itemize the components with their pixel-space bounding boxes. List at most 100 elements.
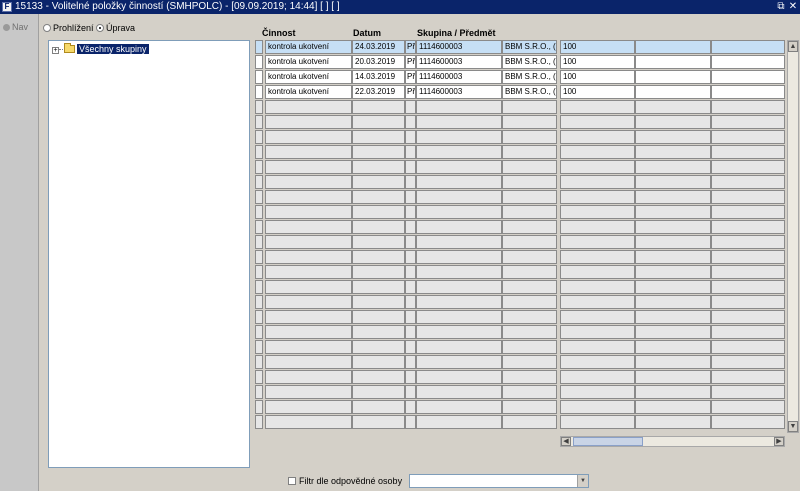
- row-selector-cell[interactable]: [255, 145, 263, 159]
- cell-extra-1[interactable]: [635, 235, 711, 249]
- row-selector-cell[interactable]: [255, 175, 263, 189]
- cell-datum[interactable]: [352, 205, 405, 219]
- cell-datum[interactable]: [352, 160, 405, 174]
- cell-hodnota[interactable]: [560, 340, 635, 354]
- cell-cinnost[interactable]: [265, 235, 352, 249]
- column-header-datum[interactable]: Datum: [353, 28, 381, 38]
- cell-typ[interactable]: [405, 310, 416, 324]
- table-row[interactable]: [255, 115, 785, 129]
- table-row[interactable]: [255, 295, 785, 309]
- cell-cinnost[interactable]: kontrola ukotvení: [265, 55, 352, 69]
- cell-skupina[interactable]: [416, 205, 502, 219]
- table-row[interactable]: [255, 145, 785, 159]
- cell-subjekt[interactable]: [502, 385, 557, 399]
- cell-skupina[interactable]: 1114600003: [416, 70, 502, 84]
- row-selector-cell[interactable]: [255, 205, 263, 219]
- cell-cinnost[interactable]: kontrola ukotvení: [265, 85, 352, 99]
- cell-extra-2[interactable]: [711, 55, 785, 69]
- responsible-person-filter[interactable]: Filtr dle odpovědné osoby: [288, 476, 402, 487]
- cell-subjekt[interactable]: [502, 340, 557, 354]
- cell-cinnost[interactable]: [265, 205, 352, 219]
- cell-subjekt[interactable]: [502, 220, 557, 234]
- cell-extra-1[interactable]: [635, 310, 711, 324]
- grid-horizontal-scrollbar[interactable]: ◀ ▶: [560, 436, 785, 447]
- cell-typ[interactable]: Př: [405, 40, 416, 54]
- cell-extra-1[interactable]: [635, 85, 711, 99]
- cell-extra-2[interactable]: [711, 100, 785, 114]
- row-selector-cell[interactable]: [255, 100, 263, 114]
- cell-subjekt[interactable]: [502, 115, 557, 129]
- cell-datum[interactable]: 24.03.2019: [352, 40, 405, 54]
- combo-dropdown-icon[interactable]: ▼: [577, 475, 588, 487]
- cell-extra-1[interactable]: [635, 280, 711, 294]
- cell-subjekt[interactable]: [502, 235, 557, 249]
- cell-cinnost[interactable]: [265, 220, 352, 234]
- cell-extra-1[interactable]: [635, 340, 711, 354]
- tree-node-label[interactable]: Všechny skupiny: [76, 43, 150, 55]
- table-row[interactable]: [255, 400, 785, 414]
- table-row[interactable]: kontrola ukotvení 24.03.2019 Př 1114600003 B…: [255, 40, 785, 54]
- row-selector-cell[interactable]: [255, 400, 263, 414]
- table-row[interactable]: [255, 280, 785, 294]
- row-selector-cell[interactable]: [255, 340, 263, 354]
- cell-subjekt[interactable]: BBM S.R.O., (: [502, 55, 557, 69]
- cell-extra-1[interactable]: [635, 415, 711, 429]
- cell-datum[interactable]: [352, 130, 405, 144]
- mode-option-edit[interactable]: Úprava: [96, 23, 135, 33]
- cell-hodnota[interactable]: [560, 280, 635, 294]
- cell-skupina[interactable]: [416, 370, 502, 384]
- group-tree[interactable]: + Všechny skupiny: [48, 40, 250, 468]
- cell-subjekt[interactable]: [502, 265, 557, 279]
- cell-cinnost[interactable]: [265, 415, 352, 429]
- table-row[interactable]: [255, 385, 785, 399]
- cell-cinnost[interactable]: [265, 385, 352, 399]
- scroll-down-icon[interactable]: ▼: [788, 421, 798, 432]
- cell-extra-1[interactable]: [635, 130, 711, 144]
- row-selector-cell[interactable]: [255, 415, 263, 429]
- cell-extra-2[interactable]: [711, 325, 785, 339]
- table-row[interactable]: [255, 265, 785, 279]
- cell-cinnost[interactable]: [265, 265, 352, 279]
- row-selector-cell[interactable]: [255, 190, 263, 204]
- cell-subjekt[interactable]: [502, 310, 557, 324]
- cell-hodnota[interactable]: [560, 295, 635, 309]
- cell-subjekt[interactable]: [502, 190, 557, 204]
- cell-datum[interactable]: [352, 175, 405, 189]
- cell-cinnost[interactable]: [265, 175, 352, 189]
- cell-cinnost[interactable]: [265, 310, 352, 324]
- row-selector-cell[interactable]: [255, 160, 263, 174]
- cell-skupina[interactable]: [416, 265, 502, 279]
- cell-hodnota[interactable]: [560, 265, 635, 279]
- cell-datum[interactable]: [352, 295, 405, 309]
- cell-extra-1[interactable]: [635, 115, 711, 129]
- cell-hodnota[interactable]: [560, 235, 635, 249]
- cell-hodnota[interactable]: [560, 175, 635, 189]
- cell-typ[interactable]: [405, 205, 416, 219]
- cell-hodnota[interactable]: [560, 100, 635, 114]
- cell-subjekt[interactable]: BBM S.R.O., (: [502, 70, 557, 84]
- row-selector-cell[interactable]: [255, 40, 263, 54]
- cell-extra-2[interactable]: [711, 115, 785, 129]
- cell-typ[interactable]: Př: [405, 55, 416, 69]
- cell-typ[interactable]: [405, 190, 416, 204]
- row-selector-cell[interactable]: [255, 280, 263, 294]
- cell-extra-1[interactable]: [635, 250, 711, 264]
- cell-skupina[interactable]: [416, 280, 502, 294]
- cell-extra-2[interactable]: [711, 400, 785, 414]
- cell-typ[interactable]: Př: [405, 70, 416, 84]
- cell-extra-1[interactable]: [635, 70, 711, 84]
- cell-subjekt[interactable]: [502, 175, 557, 189]
- cell-skupina[interactable]: [416, 235, 502, 249]
- cell-extra-1[interactable]: [635, 175, 711, 189]
- cell-skupina[interactable]: [416, 100, 502, 114]
- horizontal-scroll-thumb[interactable]: [573, 437, 643, 446]
- cell-extra-2[interactable]: [711, 235, 785, 249]
- cell-datum[interactable]: [352, 280, 405, 294]
- cell-datum[interactable]: [352, 235, 405, 249]
- cell-hodnota[interactable]: [560, 130, 635, 144]
- cell-datum[interactable]: [352, 415, 405, 429]
- restore-window-icon[interactable]: ⧉: [775, 0, 787, 14]
- table-row[interactable]: [255, 160, 785, 174]
- cell-cinnost[interactable]: [265, 340, 352, 354]
- cell-typ[interactable]: Př: [405, 85, 416, 99]
